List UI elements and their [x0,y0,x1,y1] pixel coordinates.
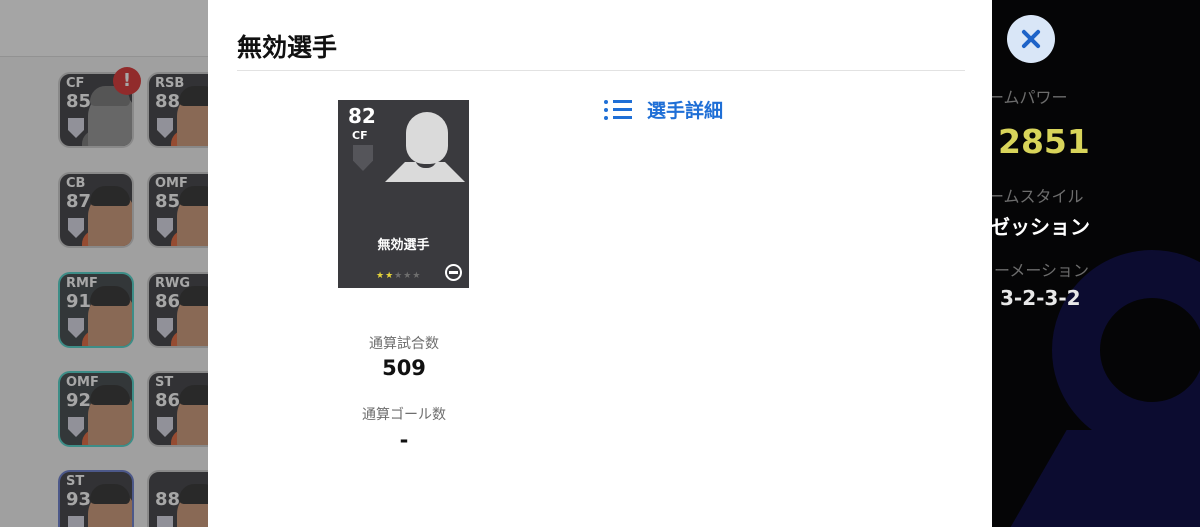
team-style-value: ポゼッション [992,215,1090,239]
team-power-label: チームパワー [992,88,1068,107]
player-detail-modal: 無効選手 82 CF 無効選手 ★★★★★ 通算試合数 509 通算ゴール数 -… [208,0,992,527]
star-icon: ★ [403,271,413,281]
appearances-value: 509 [382,356,426,380]
team-style-label: チームスタイル [992,187,1084,206]
list-icon [604,99,632,121]
dim-overlay[interactable] [0,0,208,527]
goals-value: - [399,428,409,452]
player-details-label: 選手詳細 [647,100,724,122]
player-silhouette-icon [406,112,448,164]
player-card[interactable]: 82 CF 無効選手 ★★★★★ [338,100,469,288]
star-icon: ★ [376,271,386,281]
modal-divider [237,70,965,71]
player-rating: 82 [348,104,376,128]
player-name: 無効選手 [377,238,430,253]
player-details-link[interactable]: 選手詳細 [604,96,723,123]
team-info-panel: チームパワー 2851 チームスタイル ポゼッション フォーメーション 3-2-… [992,0,1200,527]
club-crest-icon [353,145,373,171]
goals-label: 通算ゴール数 [362,407,446,423]
formation-value: 3-2-3-2 [1000,286,1081,310]
modal-title: 無効選手 [237,33,338,62]
player-position: CF [352,129,368,142]
background-graphic [997,430,1200,527]
efootball-logo-icon [445,264,462,281]
formation-label: フォーメーション [992,261,1090,280]
team-power-value: 2851 [998,122,1090,161]
star-icon: ★ [394,271,404,281]
star-icon: ★ [385,271,395,281]
star-icon: ★ [412,271,422,281]
appearances-label: 通算試合数 [369,336,439,352]
squad-list-panel: CF 85 RSB 88 CB 87 OMF 85 RMF 91 RWG 86 OMF 92 ST 86 ST 9… [0,0,208,527]
player-stars: ★★★★★ [376,271,421,281]
close-button[interactable] [1007,15,1055,63]
